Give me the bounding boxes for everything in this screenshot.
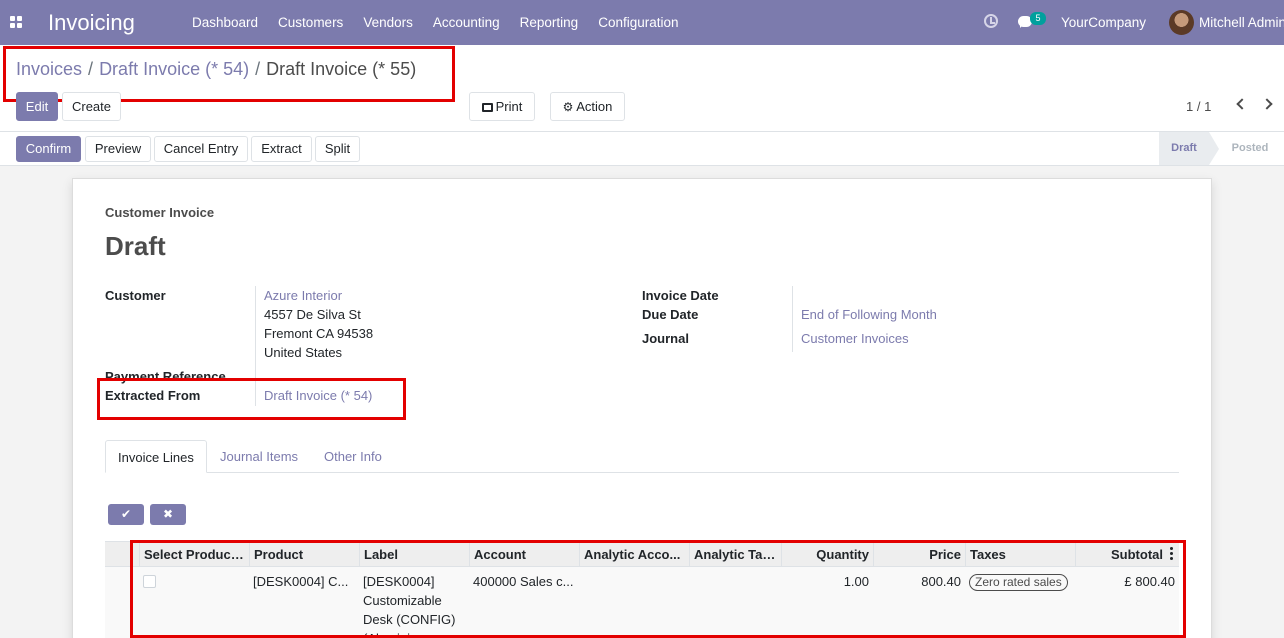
column-taxes[interactable]: Taxes bbox=[965, 542, 1075, 568]
extracted-from-link[interactable]: Draft Invoice (* 54) bbox=[264, 388, 372, 403]
breadcrumb-current: Draft Invoice (* 55) bbox=[266, 59, 417, 79]
field-divider bbox=[792, 286, 793, 352]
column-label[interactable]: Label bbox=[359, 542, 469, 568]
user-menu[interactable]: Mitchell Admin bbox=[1199, 15, 1284, 30]
label-line: (Aluminium... bbox=[363, 629, 465, 638]
breadcrumb-parent-invoice[interactable]: Draft Invoice (* 54) bbox=[99, 59, 249, 79]
payment-terms-link[interactable]: End of Following Month bbox=[801, 307, 937, 322]
menu-accounting[interactable]: Accounting bbox=[423, 0, 510, 45]
customer-link[interactable]: Azure Interior bbox=[264, 288, 342, 303]
stage-posted[interactable]: Posted bbox=[1225, 132, 1275, 165]
column-analytic-account[interactable]: Analytic Acco... bbox=[579, 542, 689, 568]
column-options-icon[interactable] bbox=[1170, 547, 1173, 560]
customer-label: Customer bbox=[105, 288, 166, 303]
extracted-from-label: Extracted From bbox=[105, 388, 201, 403]
cell-price[interactable]: 800.40 bbox=[873, 572, 965, 591]
breadcrumb-invoices[interactable]: Invoices bbox=[16, 59, 82, 79]
breadcrumb-separator: / bbox=[255, 59, 261, 79]
menu-customers[interactable]: Customers bbox=[268, 0, 353, 45]
messages-count-badge: 5 bbox=[1030, 12, 1046, 25]
check-icon: ✔ bbox=[120, 507, 132, 521]
invoice-date-label: Invoice Date bbox=[642, 288, 719, 303]
cell-taxes[interactable]: Zero rated sales bbox=[965, 572, 1075, 591]
journal-label: Journal bbox=[642, 331, 689, 346]
customer-address-line: Fremont CA 94538 bbox=[264, 326, 374, 341]
column-account[interactable]: Account bbox=[469, 542, 579, 568]
cell-label[interactable]: [DESK0004] Customizable Desk (CONFIG) (A… bbox=[359, 572, 469, 638]
journal-link[interactable]: Customer Invoices bbox=[801, 331, 909, 346]
column-subtotal[interactable]: Subtotal bbox=[1075, 542, 1167, 568]
confirm-button[interactable]: Confirm bbox=[16, 136, 81, 162]
payment-reference-label: Payment Reference bbox=[105, 369, 226, 384]
column-analytic-tags[interactable]: Analytic Tags bbox=[689, 542, 781, 568]
invoice-lines-header: Select Product... Product Label Account … bbox=[105, 541, 1179, 568]
split-button[interactable]: Split bbox=[315, 136, 360, 162]
select-product-checkbox[interactable] bbox=[143, 575, 156, 588]
column-product[interactable]: Product bbox=[249, 542, 359, 568]
main-menu: Dashboard Customers Vendors Accounting R… bbox=[182, 0, 689, 45]
customer-address-line: United States bbox=[264, 345, 343, 360]
tax-tag: Zero rated sales bbox=[969, 574, 1068, 591]
breadcrumb: Invoices / Draft Invoice (* 54) / Draft Invo… bbox=[16, 59, 416, 80]
app-title[interactable]: Invoicing bbox=[48, 10, 135, 36]
apps-menu-icon[interactable] bbox=[10, 16, 22, 28]
extract-button[interactable]: Extract bbox=[251, 136, 312, 162]
chevron-left-icon[interactable] bbox=[1236, 98, 1248, 110]
invoice-type-label: Customer Invoice bbox=[105, 205, 215, 220]
tab-journal-items[interactable]: Journal Items bbox=[208, 440, 310, 473]
label-line: Customizable bbox=[363, 593, 442, 608]
gear-icon: ⚙ bbox=[562, 100, 574, 114]
print-icon bbox=[481, 103, 493, 112]
action-label: Action bbox=[576, 99, 613, 114]
tab-other-info[interactable]: Other Info bbox=[312, 440, 394, 473]
stage-arrow bbox=[1209, 132, 1219, 165]
column-quantity[interactable]: Quantity bbox=[781, 542, 873, 568]
chevron-right-icon[interactable] bbox=[1261, 98, 1273, 110]
field-divider bbox=[255, 286, 256, 406]
menu-reporting[interactable]: Reporting bbox=[510, 0, 589, 45]
column-price[interactable]: Price bbox=[873, 542, 965, 568]
activity-clock-icon[interactable] bbox=[984, 14, 998, 28]
top-navbar: Invoicing Dashboard Customers Vendors Ac… bbox=[0, 0, 1284, 45]
cell-quantity[interactable]: 1.00 bbox=[781, 572, 873, 591]
breadcrumb-separator: / bbox=[88, 59, 94, 79]
pager-value[interactable]: 1 / 1 bbox=[1186, 99, 1211, 114]
edit-button[interactable]: Edit bbox=[16, 92, 58, 121]
cell-product[interactable]: [DESK0004] C... bbox=[249, 572, 359, 591]
table-row[interactable]: [DESK0004] C... [DESK0004] Customizable … bbox=[105, 567, 1179, 638]
menu-dashboard[interactable]: Dashboard bbox=[182, 0, 268, 45]
customer-address-line: 4557 De Silva St bbox=[264, 307, 361, 322]
cancel-entry-button[interactable]: Cancel Entry bbox=[154, 136, 248, 162]
discard-line-button[interactable]: ✖ bbox=[150, 504, 186, 525]
save-line-button[interactable]: ✔ bbox=[108, 504, 144, 525]
cell-account[interactable]: 400000 Sales c... bbox=[469, 572, 579, 591]
company-switcher[interactable]: YourCompany bbox=[1061, 15, 1146, 30]
print-button[interactable]: Print bbox=[469, 92, 535, 121]
label-line: Desk (CONFIG) bbox=[363, 612, 456, 627]
user-avatar[interactable] bbox=[1169, 10, 1194, 35]
cell-subtotal: £ 800.40 bbox=[1124, 574, 1175, 589]
tab-invoice-lines[interactable]: Invoice Lines bbox=[105, 440, 207, 473]
menu-configuration[interactable]: Configuration bbox=[588, 0, 688, 45]
close-icon: ✖ bbox=[162, 507, 174, 521]
menu-vendors[interactable]: Vendors bbox=[353, 0, 423, 45]
create-button[interactable]: Create bbox=[62, 92, 121, 121]
column-select-product[interactable]: Select Product... bbox=[139, 542, 249, 568]
status-bar: Confirm Preview Cancel Entry Extract Spl… bbox=[0, 131, 1284, 166]
preview-button[interactable]: Preview bbox=[85, 136, 151, 162]
stage-draft: Draft bbox=[1159, 132, 1209, 165]
label-line: [DESK0004] bbox=[363, 574, 435, 589]
print-label: Print bbox=[495, 99, 523, 114]
due-date-label: Due Date bbox=[642, 307, 699, 322]
action-button[interactable]: ⚙ Action bbox=[550, 92, 625, 121]
invoice-title: Draft bbox=[105, 231, 166, 261]
